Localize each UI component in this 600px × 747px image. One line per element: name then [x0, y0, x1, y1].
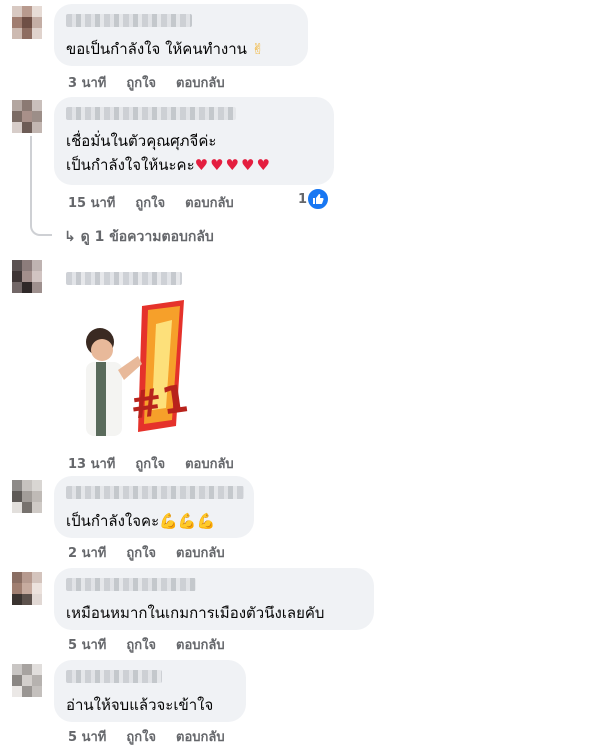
comment-text-content: ขอเป็นกำลังใจ ให้คนทำงาน — [66, 40, 247, 58]
commenter-name-blurred[interactable] — [66, 107, 236, 120]
avatar[interactable] — [12, 260, 42, 294]
timestamp[interactable]: 5 นาที — [68, 730, 106, 745]
view-replies-label: ดู 1 ข้อความตอบกลับ — [80, 229, 214, 245]
comment-bubble: อ่านให้จบแล้วจะเข้าใจ — [54, 660, 246, 722]
comment-text: เหมือนหมากในเกมการเมืองตัวนึงเลยคับ — [66, 604, 325, 622]
reply-arrow-icon: ↳ — [64, 229, 81, 245]
avatar[interactable] — [12, 572, 42, 606]
sticker-number-one: #1 — [72, 296, 204, 444]
avatar[interactable] — [12, 664, 42, 698]
comment-actions: 3 นาที ถูกใจ ตอบกลับ — [68, 72, 245, 93]
commenter-name-blurred[interactable] — [66, 272, 182, 285]
comment-bubble: เชื่อมั่นในตัวคุณศุภจีค่ะ เป็นกำลังใจให้… — [54, 97, 334, 185]
avatar[interactable] — [12, 100, 42, 134]
reply-button[interactable]: ตอบกลับ — [176, 546, 225, 561]
comment-text-line-2: เป็นกำลังใจให้นะคะ♥♥♥♥♥ — [66, 154, 272, 176]
avatar[interactable] — [12, 480, 42, 514]
reply-button[interactable]: ตอบกลับ — [176, 638, 225, 653]
timestamp[interactable]: 15 นาที — [68, 196, 115, 211]
timestamp[interactable]: 2 นาที — [68, 546, 106, 561]
comment-actions: 13 นาที ถูกใจ ตอบกลับ — [68, 453, 254, 474]
commenter-name-blurred[interactable] — [66, 14, 192, 27]
reply-button[interactable]: ตอบกลับ — [185, 196, 234, 211]
comment-actions: 15 นาที ถูกใจ ตอบกลับ — [68, 192, 254, 213]
comment-actions: 5 นาที ถูกใจ ตอบกลับ — [68, 634, 245, 655]
comment-text-content: เป็นกำลังใจคะ — [66, 512, 160, 530]
reply-button[interactable]: ตอบกลับ — [176, 76, 225, 91]
sticker-label: #1 — [127, 376, 192, 428]
comment-bubble: เป็นกำลังใจคะ💪💪💪 — [54, 476, 254, 538]
reply-button[interactable]: ตอบกลับ — [185, 457, 234, 472]
flexed-biceps-icons: 💪💪💪 — [159, 512, 216, 530]
heart-icons: ♥♥♥♥♥ — [194, 156, 272, 174]
like-button[interactable]: ถูกใจ — [126, 730, 156, 745]
comment-text-line-1: เชื่อมั่นในตัวคุณศุภจีค่ะ — [66, 132, 217, 150]
like-button[interactable]: ถูกใจ — [135, 196, 165, 211]
comment-text-content: เป็นกำลังใจให้นะคะ — [66, 156, 195, 174]
comment-actions: 5 นาที ถูกใจ ตอบกลับ — [68, 726, 245, 747]
view-replies-link[interactable]: ↳ ดู 1 ข้อความตอบกลับ — [64, 226, 214, 248]
timestamp[interactable]: 5 นาที — [68, 638, 106, 653]
comment-bubble: ขอเป็นกำลังใจ ให้คนทำงาน ✌ — [54, 4, 308, 66]
comment-bubble: เหมือนหมากในเกมการเมืองตัวนึงเลยคับ — [54, 568, 374, 630]
thread-connector — [30, 136, 52, 236]
timestamp[interactable]: 13 นาที — [68, 457, 115, 472]
commenter-name-blurred[interactable] — [66, 486, 244, 499]
victory-hand-icon: ✌ — [251, 40, 265, 58]
comment-actions: 2 นาที ถูกใจ ตอบกลับ — [68, 542, 245, 563]
avatar[interactable] — [12, 6, 42, 40]
like-button[interactable]: ถูกใจ — [126, 546, 156, 561]
comment-text: อ่านให้จบแล้วจะเข้าใจ — [66, 696, 214, 714]
comment-text: ขอเป็นกำลังใจ ให้คนทำงาน ✌ — [66, 38, 264, 60]
like-button[interactable]: ถูกใจ — [126, 638, 156, 653]
thumbs-up-icon — [306, 187, 330, 211]
timestamp[interactable]: 3 นาที — [68, 76, 106, 91]
like-button[interactable]: ถูกใจ — [135, 457, 165, 472]
commenter-name-blurred[interactable] — [66, 670, 162, 683]
reply-button[interactable]: ตอบกลับ — [176, 730, 225, 745]
comment-text: เป็นกำลังใจคะ💪💪💪 — [66, 510, 215, 532]
commenter-name-blurred[interactable] — [66, 578, 196, 591]
like-button[interactable]: ถูกใจ — [126, 76, 156, 91]
